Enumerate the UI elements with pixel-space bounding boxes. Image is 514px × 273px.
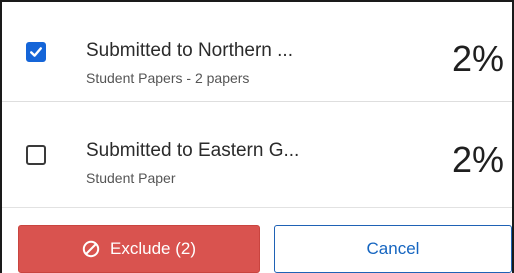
source-checkbox[interactable] (26, 42, 46, 62)
action-footer: Exclude (2) Cancel (2, 207, 512, 273)
checkmark-icon (30, 47, 42, 57)
match-percent: 2% (451, 139, 504, 180)
exclude-button-label: Exclude (2) (110, 239, 196, 258)
exclude-button[interactable]: Exclude (2) (18, 225, 260, 273)
block-icon (82, 240, 100, 258)
match-percent: 2% (451, 38, 504, 79)
source-title: Submitted to Eastern G... (86, 140, 300, 161)
cancel-button-label: Cancel (366, 239, 420, 258)
source-subtitle: Student Paper (86, 170, 176, 186)
source-title: Submitted to Northern ... (86, 40, 293, 61)
exclude-sources-panel: Submitted to Northern ... Student Papers… (0, 0, 514, 273)
source-checkbox[interactable] (26, 145, 46, 165)
source-row[interactable]: Submitted to Northern ... Student Papers… (2, 2, 512, 102)
source-row[interactable]: Submitted to Eastern G... Student Paper … (2, 102, 512, 207)
cancel-button[interactable]: Cancel (274, 225, 512, 273)
source-subtitle: Student Papers - 2 papers (86, 70, 250, 86)
